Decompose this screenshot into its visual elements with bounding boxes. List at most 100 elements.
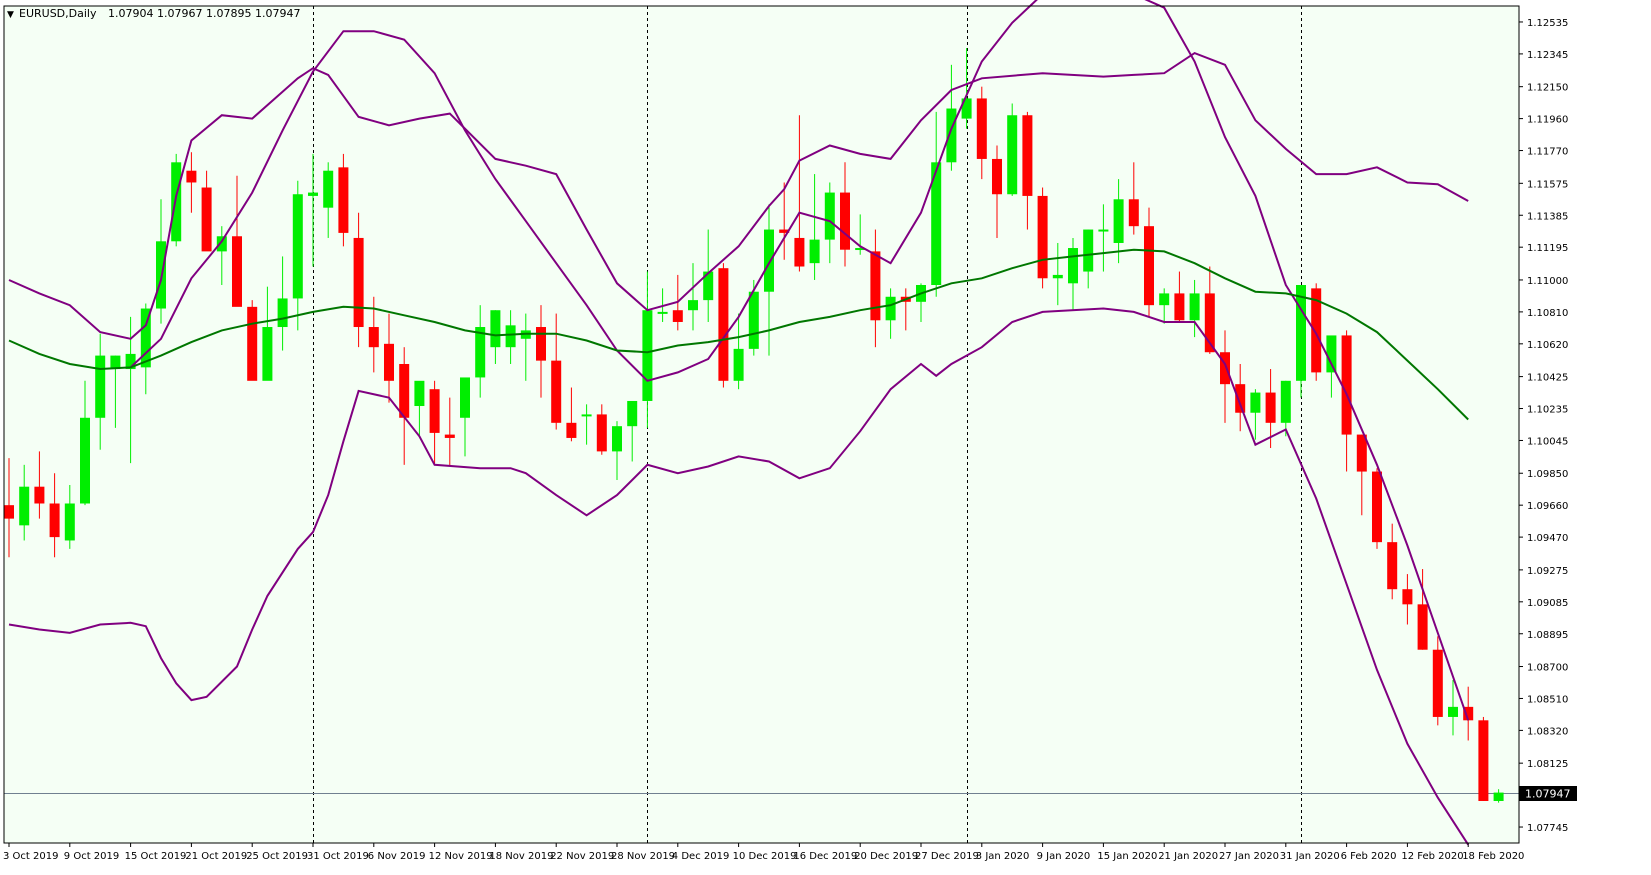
candle-body <box>1128 199 1139 227</box>
current-price-tag: 1.07947 <box>1519 786 1577 801</box>
candle-body <box>1235 384 1246 413</box>
candle-body <box>429 389 440 433</box>
candle-body <box>1159 293 1170 306</box>
header-collapse-icon[interactable]: ▼ <box>7 10 14 20</box>
candle-body <box>1083 229 1094 272</box>
y-tick-label: 1.11575 <box>1527 179 1568 190</box>
candle-body <box>384 343 394 381</box>
x-tick-label: 10 Dec 2019 <box>733 851 797 862</box>
candle-body <box>824 192 835 240</box>
x-tick-label: 31 Oct 2019 <box>307 851 369 862</box>
candle-body <box>216 236 227 252</box>
x-tick-label: 3 Oct 2019 <box>3 851 58 862</box>
candle-body <box>34 486 45 504</box>
candle-body <box>1448 706 1458 717</box>
x-tick-label: 18 Feb 2020 <box>1462 851 1524 862</box>
y-tick-label: 1.10045 <box>1527 436 1568 447</box>
y-tick-label: 1.11770 <box>1527 147 1568 158</box>
candle-16[interactable] <box>247 300 258 381</box>
candle-body <box>186 170 197 183</box>
y-tick-label: 1.08700 <box>1527 663 1568 674</box>
candle-body <box>581 414 592 417</box>
candle-body <box>794 237 805 267</box>
x-tick-label: 20 Dec 2019 <box>854 851 918 862</box>
candle-body <box>1478 720 1489 801</box>
y-tick-label: 1.12345 <box>1527 50 1568 61</box>
current-price-tag-label: 1.07947 <box>1525 788 1571 801</box>
candle-body <box>292 194 303 299</box>
candle-body <box>1372 471 1382 543</box>
candle-body <box>444 434 455 438</box>
candle-body <box>809 239 820 264</box>
x-tick-label: 3 Jan 2020 <box>976 851 1030 862</box>
candle-body <box>1493 792 1504 801</box>
candle-body <box>536 327 546 361</box>
candle-body <box>1022 115 1033 196</box>
candle-body <box>171 162 182 242</box>
candle-body <box>1007 115 1018 195</box>
candle-body <box>368 327 379 348</box>
candle-body <box>460 377 470 418</box>
header-symbol: EURUSD,Daily <box>19 7 97 20</box>
y-tick-label: 1.10620 <box>1527 340 1568 351</box>
x-tick-label: 12 Nov 2019 <box>429 851 493 862</box>
header-ohlc: 1.07904 1.07967 1.07895 1.07947 <box>108 7 300 20</box>
y-tick-label: 1.08895 <box>1527 630 1568 641</box>
candle-body <box>1265 392 1276 423</box>
x-tick-label: 16 Dec 2019 <box>793 851 857 862</box>
candle-body <box>627 400 638 427</box>
price-axis: 1.12535 1.12345 1.12150 1.11960 1.11770 1.115… <box>1519 18 1568 834</box>
candle-body <box>1098 229 1109 232</box>
candle-body <box>505 325 516 348</box>
x-tick-label: 9 Jan 2020 <box>1037 851 1091 862</box>
x-tick-label: 28 Nov 2019 <box>611 851 675 862</box>
chart-window: 1.12535 1.12345 1.12150 1.11960 1.11770 1.115… <box>0 0 1651 871</box>
candle-22[interactable] <box>338 153 349 247</box>
candle-body <box>232 236 242 307</box>
candle-body <box>1174 293 1185 321</box>
candle-body <box>49 503 60 538</box>
y-tick-label: 1.09275 <box>1527 566 1568 577</box>
y-tick-label: 1.10425 <box>1527 373 1568 384</box>
candlestick-chart[interactable]: 1.12535 1.12345 1.12150 1.11960 1.11770 1.115… <box>0 0 1651 871</box>
candle-97[interactable] <box>1478 716 1489 801</box>
y-tick-label: 1.11000 <box>1527 276 1568 287</box>
candle-68[interactable] <box>1037 187 1048 289</box>
x-tick-label: 4 Dec 2019 <box>672 851 730 862</box>
y-tick-label: 1.09085 <box>1527 598 1568 609</box>
candle-body <box>490 310 501 348</box>
y-tick-label: 1.08125 <box>1527 759 1568 770</box>
candle-body <box>201 187 212 252</box>
candle-47[interactable] <box>718 263 729 388</box>
y-tick-label: 1.11195 <box>1527 243 1568 254</box>
x-tick-label: 15 Jan 2020 <box>1097 851 1157 862</box>
candle-90[interactable] <box>1372 468 1382 549</box>
candle-body <box>764 229 774 292</box>
candle-body <box>1144 226 1154 306</box>
y-tick-label: 1.12535 <box>1527 18 1568 29</box>
candle-body <box>64 503 75 541</box>
candle-body <box>1280 380 1291 423</box>
candle-body <box>80 417 90 504</box>
candle-body <box>1432 649 1443 717</box>
candle-body <box>992 158 1002 195</box>
candle-body <box>840 192 850 250</box>
candle-body <box>399 363 410 418</box>
x-tick-label: 27 Jan 2020 <box>1219 851 1279 862</box>
candle-body <box>612 426 622 452</box>
x-tick-label: 9 Oct 2019 <box>64 851 119 862</box>
candle-body <box>19 486 30 526</box>
candle-body <box>1326 335 1337 373</box>
candle-66[interactable] <box>1007 103 1018 196</box>
candle-body <box>1189 293 1200 321</box>
candle-body <box>262 327 273 381</box>
x-tick-label: 18 Nov 2019 <box>489 851 553 862</box>
candle-body <box>1402 589 1413 605</box>
x-tick-label: 27 Dec 2019 <box>915 851 979 862</box>
candle-body <box>95 355 106 418</box>
candle-body <box>733 348 744 381</box>
x-tick-label: 6 Nov 2019 <box>368 851 426 862</box>
candle-body <box>1250 392 1261 413</box>
y-tick-label: 1.11960 <box>1527 115 1568 126</box>
y-tick-label: 1.10810 <box>1527 308 1568 319</box>
